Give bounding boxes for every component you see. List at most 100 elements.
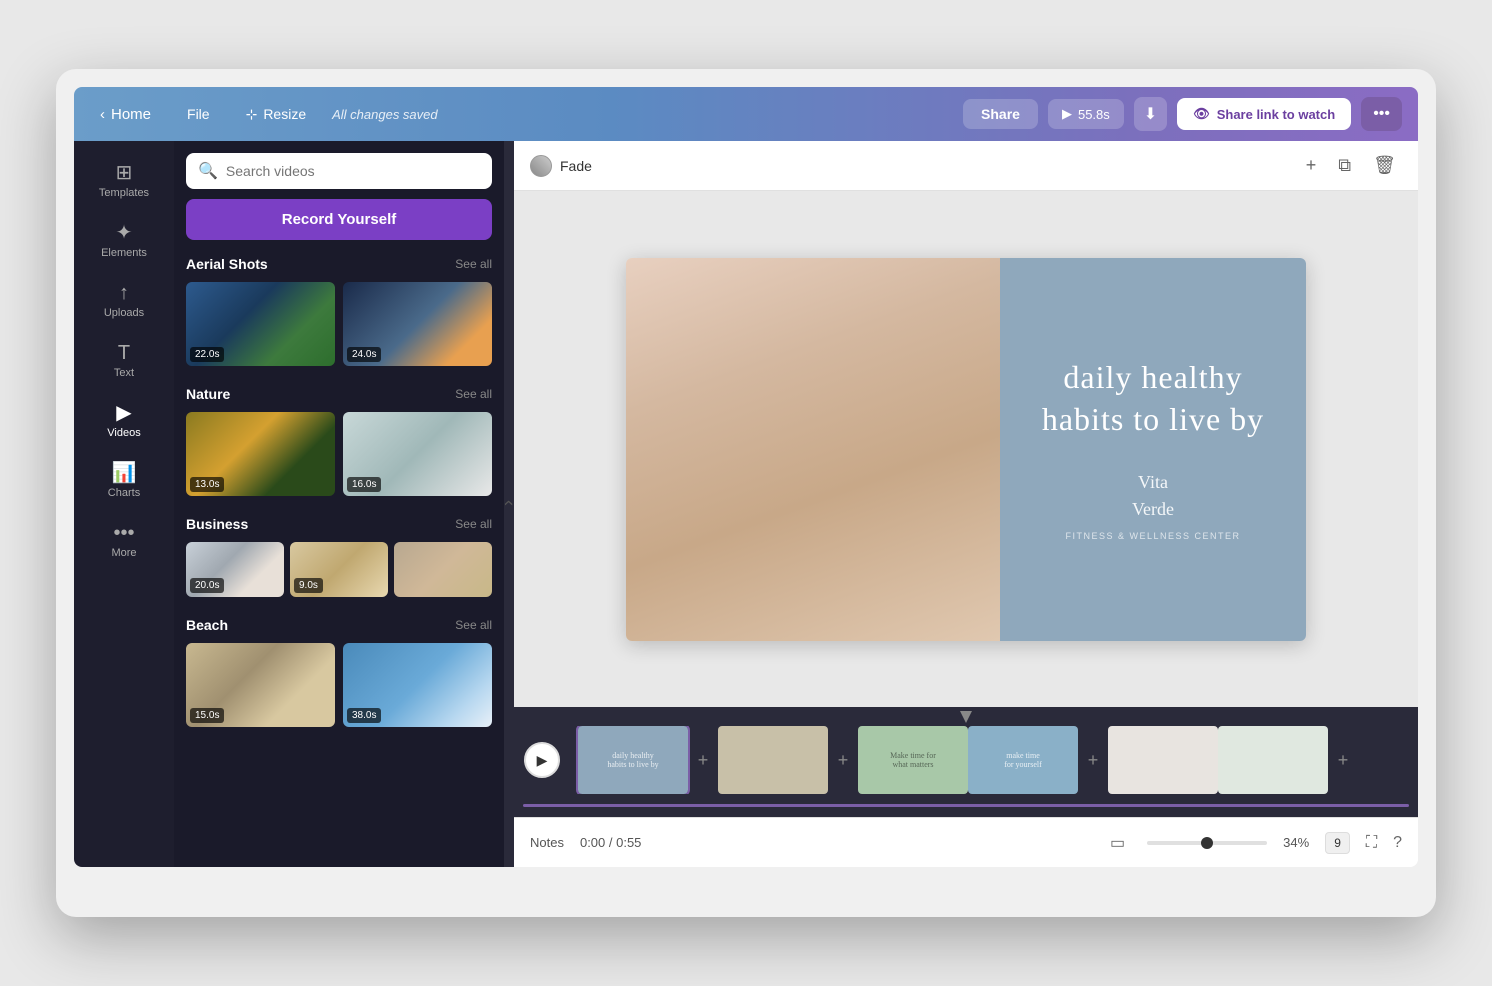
- zoom-level: 34%: [1283, 835, 1309, 850]
- timeline-slide-4[interactable]: make timefor yourself: [968, 726, 1078, 794]
- video-icon: ▶: [116, 403, 131, 423]
- eye-icon: 👁: [1193, 106, 1210, 122]
- canvas-brand-name: VitaVerde: [1132, 469, 1174, 523]
- panel-divider[interactable]: ‹: [504, 141, 514, 867]
- elements-icon: ✦: [116, 223, 133, 243]
- business-video-2[interactable]: 9.0s: [290, 542, 388, 597]
- play-preview-button[interactable]: ▶ 55.8s: [1048, 99, 1124, 129]
- transition-selector[interactable]: Fade: [530, 155, 592, 177]
- design-canvas[interactable]: daily healthy habits to live by VitaVerd…: [626, 258, 1306, 641]
- sidebar-item-more[interactable]: ••• More: [82, 513, 166, 569]
- nature-video-1[interactable]: 13.0s: [186, 412, 335, 496]
- sidebar-item-elements[interactable]: ✦ Elements: [82, 213, 166, 269]
- canvas-toolbar: Fade + ⧉ 🗑: [514, 141, 1418, 191]
- sidebar-label-more: More: [111, 547, 136, 559]
- aerial-shots-header: Aerial Shots See all: [186, 256, 492, 272]
- duplicate-slide-button[interactable]: ⧉: [1332, 151, 1357, 180]
- timeline-slide-6[interactable]: [1218, 726, 1328, 794]
- sidebar-item-text[interactable]: T Text: [82, 333, 166, 389]
- business-video-1-duration: 20.0s: [190, 578, 224, 593]
- timeline-play-button[interactable]: ▶: [524, 742, 560, 778]
- business-header: Business See all: [186, 516, 492, 532]
- fade-icon: [530, 155, 552, 177]
- business-video-2-duration: 9.0s: [294, 578, 323, 593]
- zoom-progress-bar[interactable]: [1147, 841, 1267, 845]
- fullscreen-button[interactable]: ⛶: [1366, 834, 1377, 852]
- time-display: 0:00 / 0:55: [580, 835, 641, 850]
- canvas-actions: + ⧉ 🗑: [1300, 151, 1402, 180]
- business-video-3[interactable]: [394, 542, 492, 597]
- view-mode-button[interactable]: ▭: [1104, 829, 1131, 857]
- beach-video-1[interactable]: 15.0s: [186, 643, 335, 727]
- timeline-slide-1[interactable]: daily healthyhabits to live by: [578, 726, 688, 794]
- beach-video-2[interactable]: 38.0s: [343, 643, 492, 727]
- download-button[interactable]: ⬇: [1134, 97, 1167, 131]
- timeline-area: ▶ daily healthyhabits to live by +: [514, 707, 1418, 817]
- timeline-playhead-marker: [960, 711, 972, 723]
- timeline-strip: daily healthyhabits to live by + +: [568, 726, 1408, 794]
- beach-header: Beach See all: [186, 617, 492, 633]
- aerial-shots-grid: 22.0s 24.0s: [186, 282, 492, 366]
- sidebar-item-templates[interactable]: ⊞ Templates: [82, 153, 166, 209]
- person-photo: [626, 258, 1000, 641]
- nature-video-2-duration: 16.0s: [347, 477, 381, 492]
- timeline-slide-3[interactable]: Make time forwhat matters: [858, 726, 968, 794]
- business-see-all[interactable]: See all: [455, 517, 492, 531]
- add-after-slide-4[interactable]: +: [1078, 726, 1108, 794]
- share-link-button[interactable]: 👁 Share link to watch: [1177, 98, 1351, 130]
- sidebar-label-uploads: Uploads: [104, 307, 144, 319]
- sidebar-label-text: Text: [114, 367, 134, 379]
- file-menu[interactable]: File: [177, 100, 220, 128]
- timeline-slide-5[interactable]: [1108, 726, 1218, 794]
- nature-video-2[interactable]: 16.0s: [343, 412, 492, 496]
- delete-slide-button[interactable]: 🗑: [1367, 151, 1402, 180]
- aerial-video-1[interactable]: 22.0s: [186, 282, 335, 366]
- nature-video-1-duration: 13.0s: [190, 477, 224, 492]
- chevron-left-icon: ‹: [100, 106, 105, 123]
- add-after-slide-1[interactable]: +: [688, 726, 718, 794]
- transition-label: Fade: [560, 158, 592, 174]
- text-icon: T: [118, 343, 130, 363]
- resize-button[interactable]: ⊹ Resize: [236, 100, 317, 129]
- business-video-1[interactable]: 20.0s: [186, 542, 284, 597]
- search-box[interactable]: 🔍: [186, 153, 492, 189]
- aerial-video-1-duration: 22.0s: [190, 347, 224, 362]
- home-button[interactable]: ‹ Home: [90, 100, 161, 129]
- add-after-slide-2[interactable]: +: [828, 726, 858, 794]
- nature-see-all[interactable]: See all: [455, 387, 492, 401]
- timeline-slide-2[interactable]: [718, 726, 828, 794]
- top-bar-left: ‹ Home File ⊹ Resize All changes saved: [90, 100, 951, 129]
- help-button[interactable]: ?: [1393, 834, 1402, 852]
- top-bar-right: Share ▶ 55.8s ⬇ 👁 Share link to watch ••…: [963, 97, 1402, 131]
- autosave-status: All changes saved: [332, 107, 438, 122]
- sidebar-item-videos[interactable]: ▶ Videos: [82, 393, 166, 449]
- share-button[interactable]: Share: [963, 99, 1038, 129]
- timeline-progress[interactable]: [523, 804, 1409, 807]
- record-yourself-button[interactable]: Record Yourself: [186, 199, 492, 240]
- aerial-shots-see-all[interactable]: See all: [455, 257, 492, 271]
- notes-button[interactable]: Notes: [530, 835, 564, 850]
- slide-count-button[interactable]: 9: [1325, 832, 1350, 854]
- canvas-content: daily healthy habits to live by VitaVerd…: [514, 191, 1418, 707]
- sidebar-item-charts[interactable]: 📊 Charts: [82, 453, 166, 509]
- timeline-progress-bar: [514, 794, 1418, 817]
- sidebar-item-uploads[interactable]: ↑ Uploads: [82, 273, 166, 329]
- slide-3-text: Make time forwhat matters: [886, 747, 940, 774]
- sidebar-label-charts: Charts: [108, 487, 140, 499]
- videos-panel: 🔍 Record Yourself Aerial Shots See all 2…: [174, 141, 504, 867]
- resize-label: Resize: [263, 106, 306, 122]
- top-bar: ‹ Home File ⊹ Resize All changes saved S…: [74, 87, 1418, 141]
- business-title: Business: [186, 516, 248, 532]
- headline-line2: habits to live by: [1042, 401, 1264, 437]
- beach-see-all[interactable]: See all: [455, 618, 492, 632]
- slide-1-text: daily healthyhabits to live by: [603, 747, 662, 774]
- play-duration: 55.8s: [1078, 107, 1110, 122]
- resize-icon: ⊹: [246, 106, 258, 123]
- search-input[interactable]: [226, 163, 480, 179]
- more-options-button[interactable]: •••: [1361, 97, 1402, 131]
- aerial-video-2[interactable]: 24.0s: [343, 282, 492, 366]
- timeline-header: [514, 707, 1418, 726]
- canvas-image-left: [626, 258, 1000, 641]
- add-after-slide-6[interactable]: +: [1328, 726, 1358, 794]
- add-slide-button[interactable]: +: [1300, 151, 1323, 180]
